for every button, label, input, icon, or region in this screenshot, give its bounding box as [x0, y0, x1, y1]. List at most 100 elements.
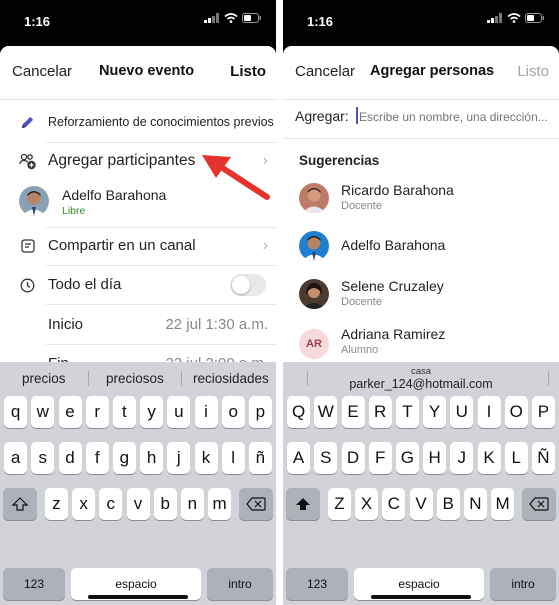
key-H[interactable]: H: [423, 442, 447, 474]
shift-icon: [296, 498, 310, 510]
add-people-icon: [19, 153, 36, 170]
suggestion-2[interactable]: preciosos: [106, 371, 164, 386]
key-e[interactable]: e: [58, 396, 82, 428]
key-x[interactable]: x: [72, 488, 96, 520]
key-u[interactable]: u: [167, 396, 191, 428]
key-G[interactable]: G: [395, 442, 419, 474]
key-B[interactable]: B: [436, 488, 460, 520]
key-l[interactable]: l: [221, 442, 245, 474]
all-day-label: Todo el día: [48, 276, 122, 293]
suggestions-heading: Sugerencias: [299, 153, 380, 168]
cancel-button[interactable]: Cancelar: [295, 63, 355, 80]
key-S[interactable]: S: [314, 442, 338, 474]
key-z[interactable]: z: [44, 488, 68, 520]
key-C[interactable]: C: [382, 488, 406, 520]
new-event-screen: 1:16 Cancelar Nuevo evento Listo Reforza…: [0, 0, 276, 605]
key-L[interactable]: L: [504, 442, 528, 474]
key-a[interactable]: a: [4, 442, 28, 474]
key-D[interactable]: D: [341, 442, 365, 474]
key-v[interactable]: v: [126, 488, 150, 520]
key-d[interactable]: d: [58, 442, 82, 474]
key-P[interactable]: P: [531, 396, 555, 428]
key-Z[interactable]: Z: [327, 488, 351, 520]
person-row[interactable]: AR Adriana Ramirez Alumno: [283, 321, 559, 365]
shift-key[interactable]: [286, 488, 320, 520]
key-M[interactable]: M: [491, 488, 515, 520]
key-E[interactable]: E: [341, 396, 365, 428]
divider: [46, 304, 276, 305]
event-title-row[interactable]: Reforzamiento de conocimientos previos: [0, 108, 276, 138]
done-button[interactable]: Listo: [517, 63, 549, 80]
suggestion-3[interactable]: reciosidades: [193, 371, 269, 386]
divider: [283, 138, 559, 139]
return-key[interactable]: intro: [207, 568, 273, 600]
key-w[interactable]: w: [31, 396, 55, 428]
key-j[interactable]: j: [167, 442, 191, 474]
key-b[interactable]: b: [153, 488, 177, 520]
return-key[interactable]: intro: [490, 568, 556, 600]
key-f[interactable]: f: [85, 442, 109, 474]
divider: [88, 371, 89, 386]
person-row[interactable]: Adelfo Barahona: [283, 226, 559, 266]
key-ñ[interactable]: ñ: [248, 442, 272, 474]
key-V[interactable]: V: [409, 488, 433, 520]
key-Y[interactable]: Y: [423, 396, 447, 428]
suggestion-1[interactable]: precios: [22, 371, 66, 386]
backspace-key[interactable]: [522, 488, 556, 520]
event-title-field[interactable]: Reforzamiento de conocimientos previos: [48, 115, 276, 129]
person-role: Docente: [341, 296, 382, 308]
person-name: Adriana Ramirez: [341, 326, 446, 342]
key-F[interactable]: F: [368, 442, 392, 474]
key-X[interactable]: X: [355, 488, 379, 520]
share-channel-label: Compartir en un canal: [48, 237, 196, 254]
person-row[interactable]: Selene Cruzaley Docente: [283, 272, 559, 316]
backspace-key[interactable]: [239, 488, 273, 520]
key-p[interactable]: p: [248, 396, 272, 428]
status-bar: 1:16: [283, 0, 559, 46]
key-T[interactable]: T: [395, 396, 419, 428]
key-W[interactable]: W: [314, 396, 338, 428]
shift-key[interactable]: [3, 488, 37, 520]
start-row[interactable]: Inicio 22 jul 1:30 a.m.: [0, 308, 276, 342]
key-q[interactable]: q: [4, 396, 28, 428]
key-t[interactable]: t: [112, 396, 136, 428]
nav-bar: Cancelar Nuevo evento Listo: [0, 46, 276, 100]
divider: [46, 227, 276, 228]
key-y[interactable]: y: [140, 396, 164, 428]
key-N[interactable]: N: [463, 488, 487, 520]
avatar: [299, 231, 329, 261]
cancel-button[interactable]: Cancelar: [12, 63, 72, 80]
all-day-toggle[interactable]: [230, 274, 266, 296]
key-I[interactable]: I: [477, 396, 501, 428]
search-input[interactable]: [359, 107, 555, 127]
done-button[interactable]: Listo: [230, 63, 266, 80]
home-indicator: [88, 595, 188, 599]
key-s[interactable]: s: [31, 442, 55, 474]
key-Ñ[interactable]: Ñ: [531, 442, 555, 474]
email-suggestion[interactable]: parker_124@hotmail.com: [283, 377, 559, 391]
key-K[interactable]: K: [477, 442, 501, 474]
key-O[interactable]: O: [504, 396, 528, 428]
key-U[interactable]: U: [450, 396, 474, 428]
key-A[interactable]: A: [287, 442, 311, 474]
key-h[interactable]: h: [140, 442, 164, 474]
key-n[interactable]: n: [180, 488, 204, 520]
status-bar: 1:16: [0, 0, 276, 46]
key-m[interactable]: m: [208, 488, 232, 520]
start-label: Inicio: [48, 316, 84, 333]
key-g[interactable]: g: [112, 442, 136, 474]
numbers-key[interactable]: 123: [3, 568, 65, 600]
text-cursor: [356, 107, 358, 124]
key-R[interactable]: R: [368, 396, 392, 428]
key-k[interactable]: k: [194, 442, 218, 474]
person-row[interactable]: Ricardo Barahona Docente: [283, 176, 559, 220]
key-i[interactable]: i: [194, 396, 218, 428]
share-channel-row[interactable]: Compartir en un canal ›: [0, 230, 276, 262]
key-c[interactable]: c: [99, 488, 123, 520]
key-r[interactable]: r: [85, 396, 109, 428]
participant-row[interactable]: Adelfo Barahona Libre: [0, 180, 276, 224]
key-Q[interactable]: Q: [287, 396, 311, 428]
numbers-key[interactable]: 123: [286, 568, 348, 600]
key-o[interactable]: o: [221, 396, 245, 428]
key-J[interactable]: J: [450, 442, 474, 474]
